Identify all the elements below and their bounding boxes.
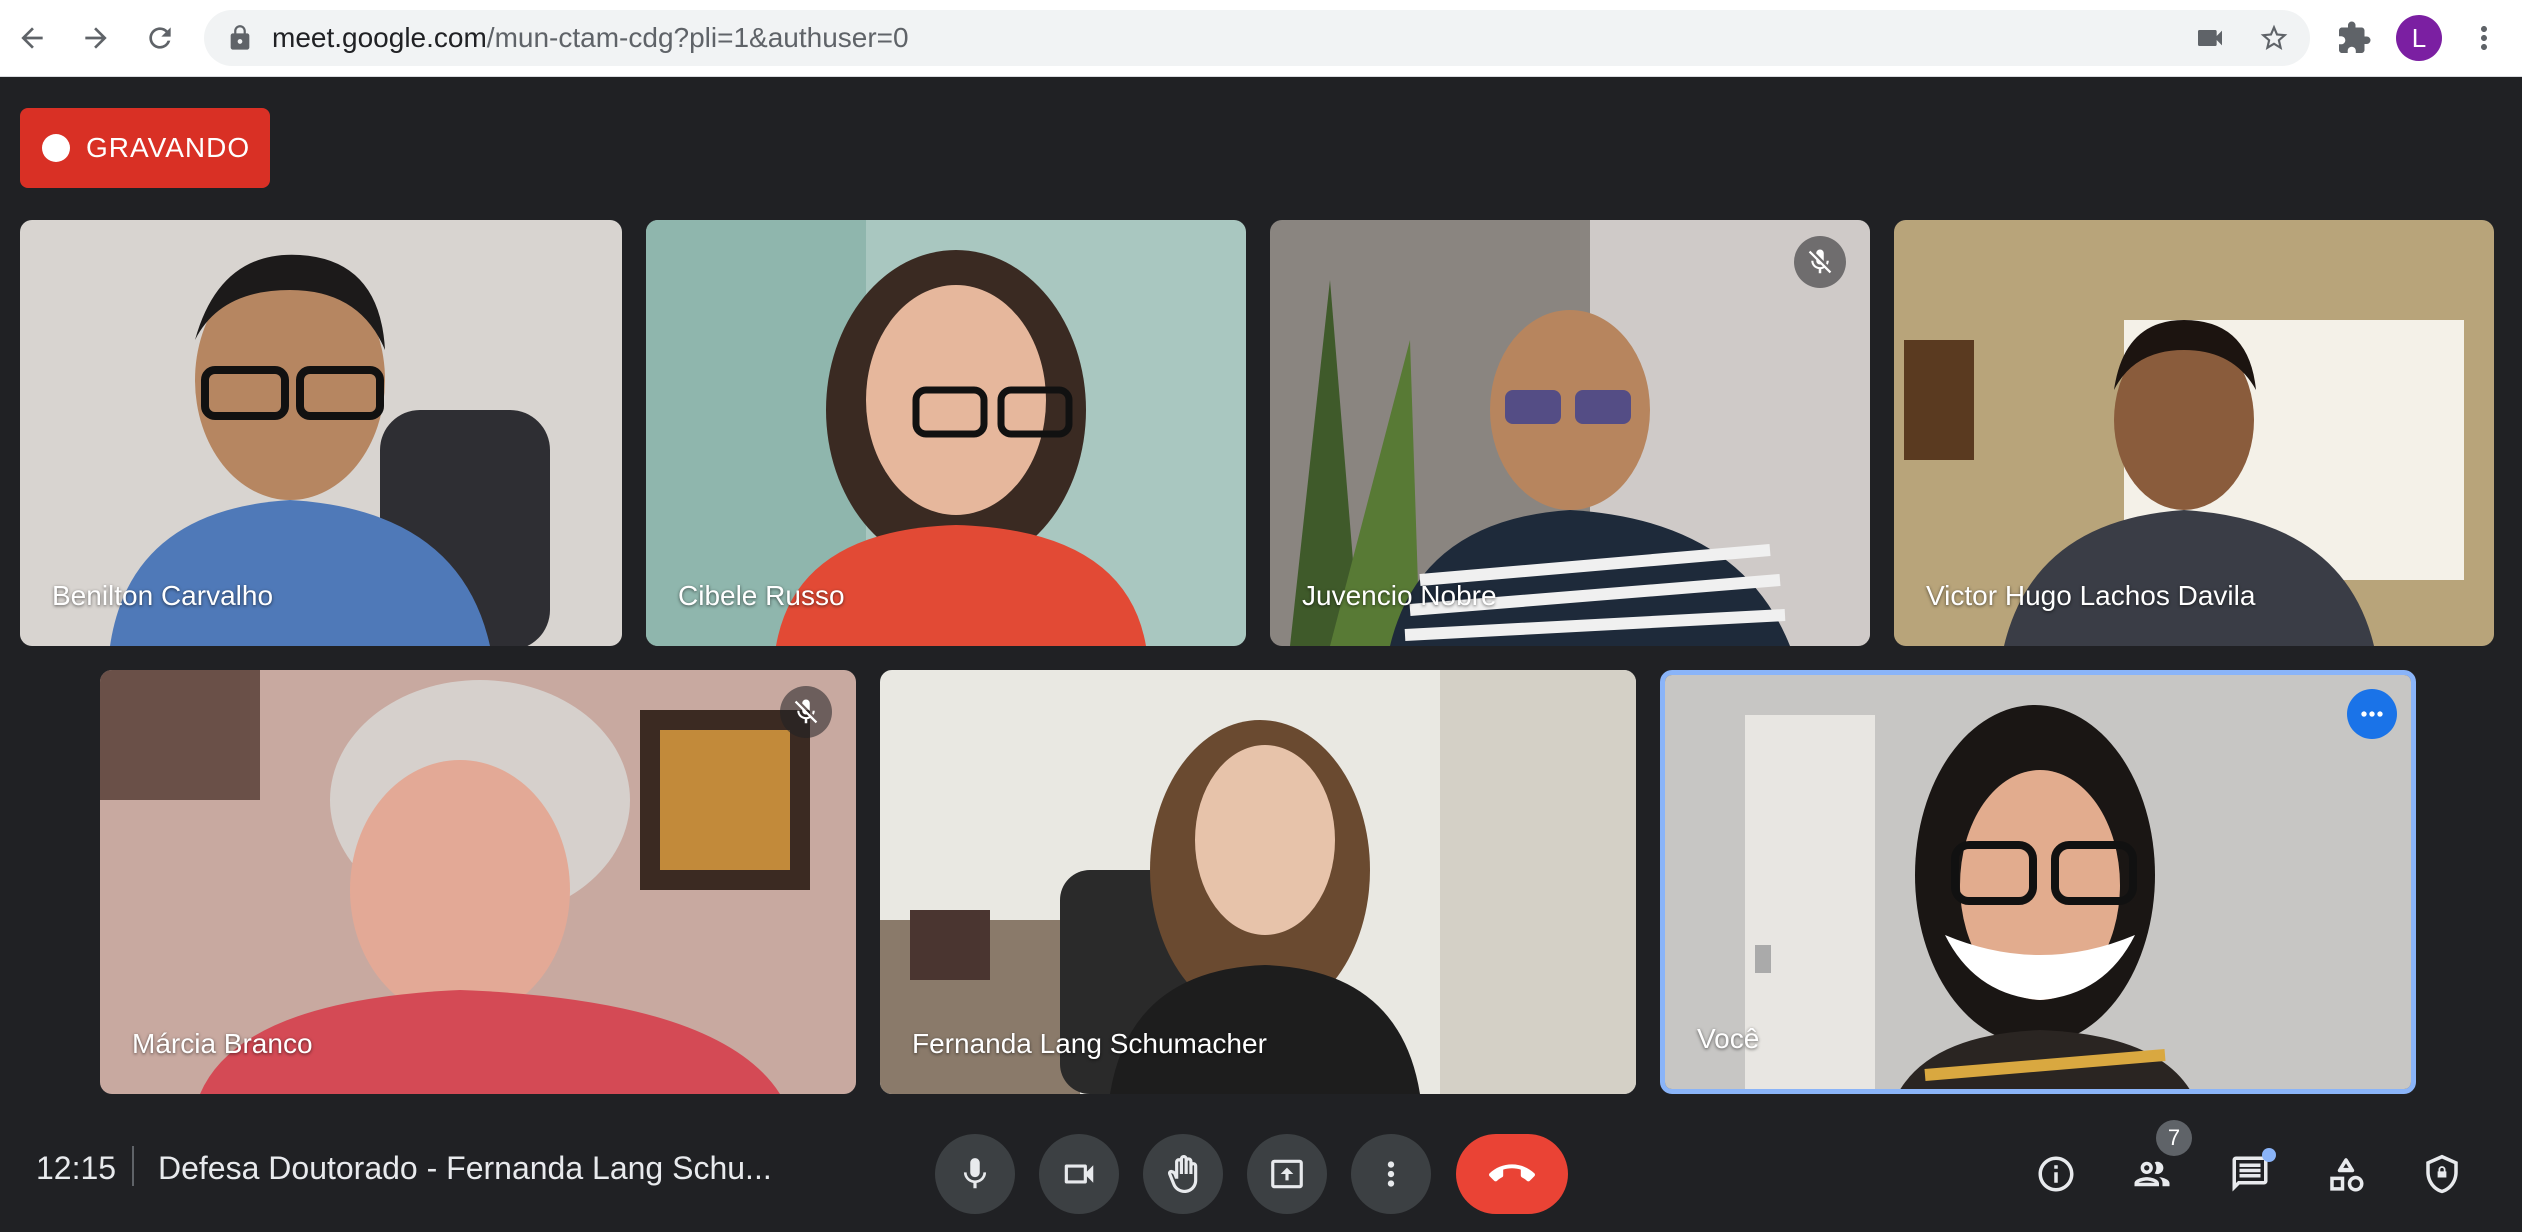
mic-off-icon — [794, 699, 818, 724]
reload-button[interactable] — [136, 14, 184, 62]
people-icon — [2134, 1161, 2170, 1187]
participant-name: Fernanda Lang Schumacher — [912, 1028, 1267, 1059]
browser-toolbar: meet.google.com/mun-ctam-cdg?pli=1&authu… — [0, 0, 2522, 77]
participant-tile[interactable]: Márcia Branco — [100, 670, 856, 1094]
back-button[interactable] — [8, 14, 56, 62]
lock-icon[interactable] — [226, 24, 254, 52]
end-call-icon — [1489, 1164, 1535, 1182]
camera-button[interactable] — [1039, 1134, 1119, 1214]
participant-tile[interactable]: Fernanda Lang Schumacher — [880, 670, 1636, 1094]
microphone-icon — [963, 1158, 987, 1189]
meeting-controls-bar: 12:15 Defesa Doutorado - Fernanda Lang S… — [0, 1110, 2522, 1232]
participant-count-badge: 7 — [2156, 1120, 2192, 1156]
participant-tile[interactable]: Cibele Russo — [646, 220, 1246, 646]
camera-icon[interactable] — [2194, 22, 2226, 54]
present-screen-icon — [1271, 1159, 1303, 1189]
present-button[interactable] — [1247, 1134, 1327, 1214]
url-text[interactable]: meet.google.com/mun-ctam-cdg?pli=1&authu… — [272, 22, 909, 54]
meeting-clock: 12:15 — [36, 1150, 117, 1186]
reload-icon — [149, 27, 171, 49]
participant-name: Você — [1697, 1023, 1760, 1054]
recording-label: GRAVANDO — [86, 132, 251, 163]
self-view-tile[interactable]: Você — [1660, 670, 2416, 1094]
info-icon — [2038, 1156, 2074, 1192]
end-call-button[interactable] — [1456, 1134, 1568, 1214]
more-options-button[interactable] — [1351, 1134, 1431, 1214]
recording-badge[interactable]: GRAVANDO — [20, 108, 270, 188]
muted-indicator — [780, 686, 832, 738]
raise-hand-icon — [1167, 1155, 1198, 1193]
muted-indicator — [1794, 236, 1846, 288]
forward-button[interactable] — [72, 14, 120, 62]
more-vert-icon — [1387, 1161, 1395, 1187]
unread-dot — [2262, 1148, 2276, 1162]
participant-tile[interactable]: Benilton Carvalho — [20, 220, 622, 646]
url-host: meet.google.com — [272, 22, 487, 53]
video-camera-icon — [1064, 1164, 1094, 1184]
address-bar[interactable]: meet.google.com/mun-ctam-cdg?pli=1&authu… — [204, 10, 2310, 66]
url-path: /mun-ctam-cdg?pli=1&authuser=0 — [486, 22, 909, 53]
shield-lock-icon — [2426, 1154, 2458, 1194]
tile-options-button[interactable] — [2347, 689, 2397, 739]
participant-name: Cibele Russo — [678, 580, 845, 611]
meeting-title[interactable]: Defesa Doutorado - Fernanda Lang Schu... — [158, 1150, 772, 1187]
host-controls-button[interactable] — [2414, 1146, 2470, 1202]
participant-name: Victor Hugo Lachos Davila — [1926, 580, 2256, 611]
mic-off-icon — [1808, 249, 1832, 274]
video-feed — [1665, 675, 2411, 1089]
participant-name: Márcia Branco — [132, 1028, 313, 1059]
profile-avatar[interactable]: L — [2396, 15, 2442, 61]
arrow-forward-icon — [85, 27, 107, 49]
participant-name: Benilton Carvalho — [52, 580, 274, 611]
meeting-details-button[interactable] — [2028, 1146, 2084, 1202]
participant-name: Juvencio Nobre — [1302, 580, 1497, 611]
puzzle-icon[interactable] — [2336, 20, 2372, 56]
raise-hand-button[interactable] — [1143, 1134, 1223, 1214]
activities-icon — [2330, 1158, 2364, 1192]
star-icon[interactable] — [2258, 22, 2290, 54]
participant-tile[interactable]: Juvencio Nobre — [1270, 220, 1870, 646]
arrow-back-icon — [21, 27, 43, 49]
participant-tile[interactable]: Victor Hugo Lachos Davila — [1894, 220, 2494, 646]
mic-button[interactable] — [935, 1134, 1015, 1214]
more-horiz-icon — [2361, 711, 2383, 717]
kebab-menu-icon[interactable] — [2466, 20, 2502, 56]
record-dot-icon — [42, 134, 70, 162]
divider — [132, 1146, 134, 1186]
activities-button[interactable] — [2318, 1146, 2374, 1202]
